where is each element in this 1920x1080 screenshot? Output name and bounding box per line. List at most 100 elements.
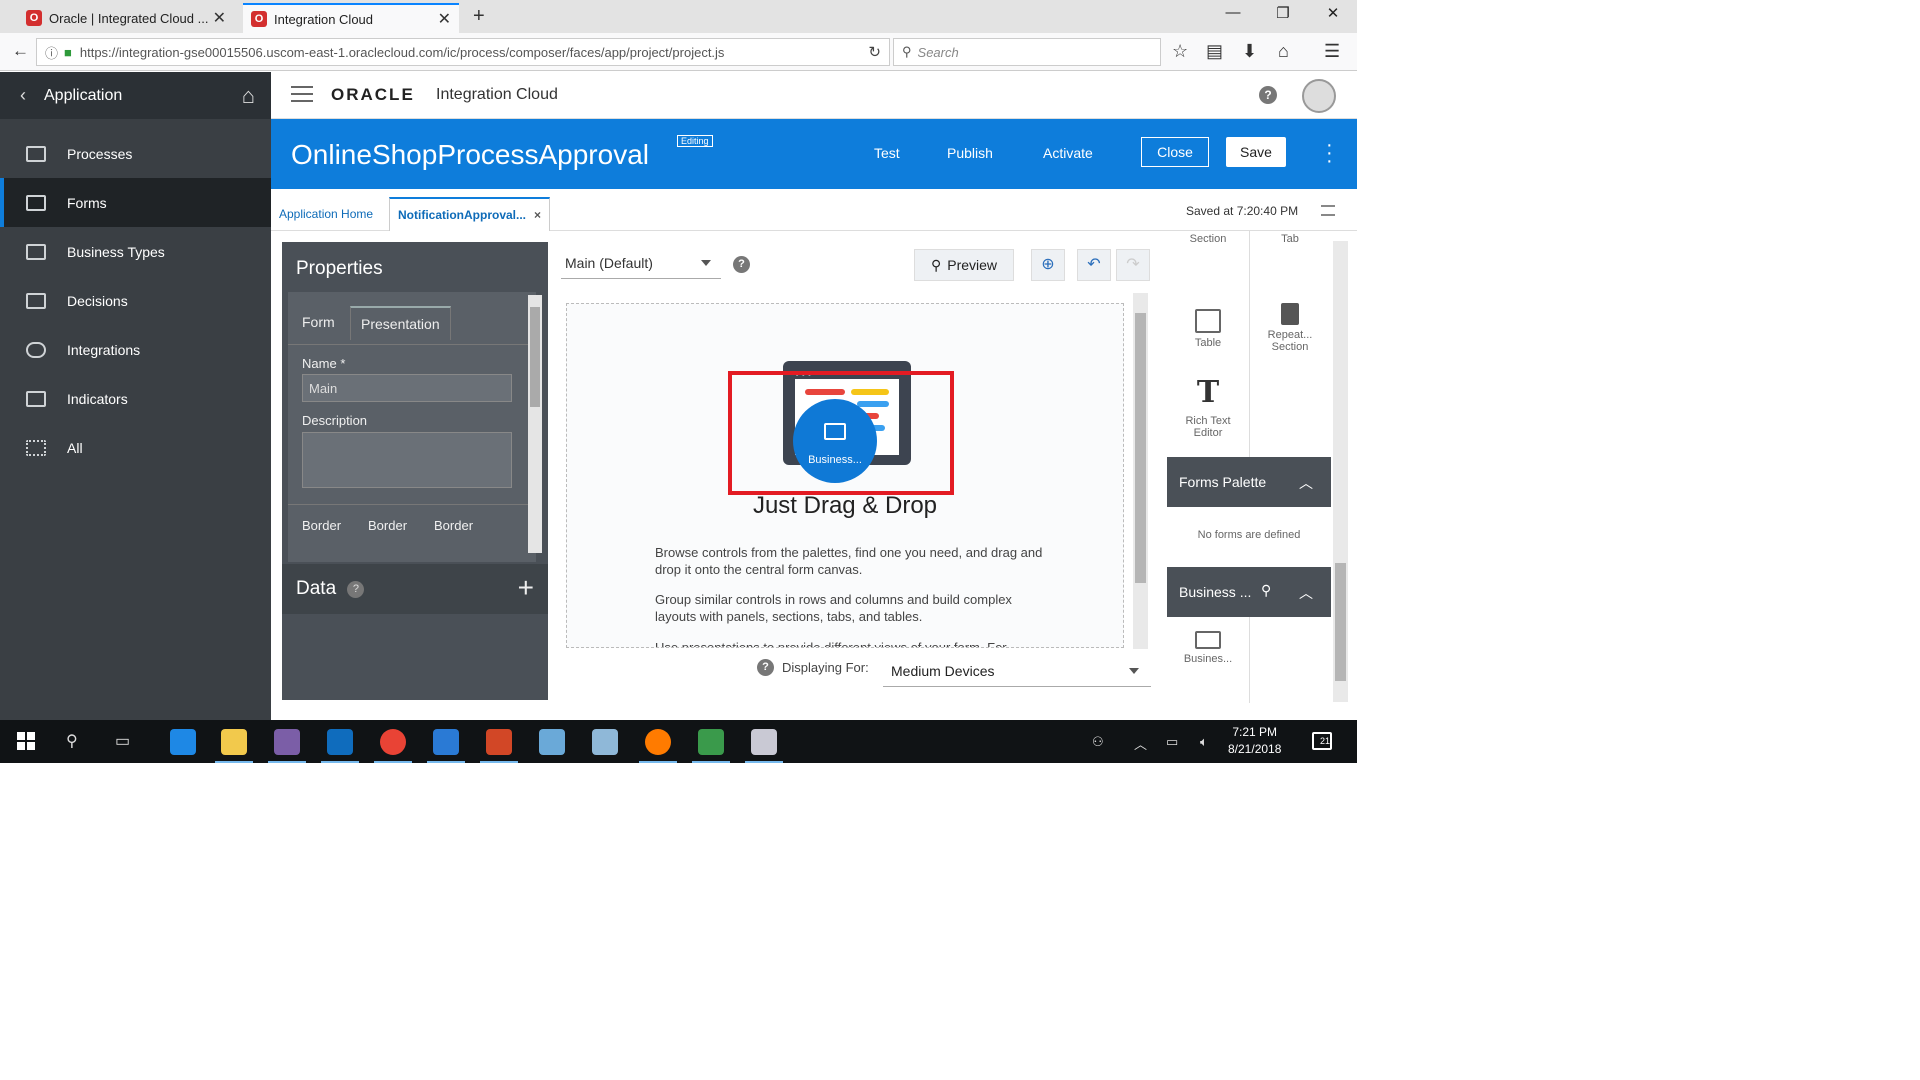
file-explorer-icon[interactable]: [215, 729, 253, 763]
help-icon[interactable]: ?: [757, 659, 774, 676]
home-icon[interactable]: ⌂: [1278, 41, 1289, 62]
task-view-icon[interactable]: ▭: [115, 731, 130, 751]
hamburger-menu-icon[interactable]: [291, 86, 313, 102]
chevron-up-icon[interactable]: ︿: [1299, 583, 1313, 603]
forms-palette-title: Forms Palette: [1179, 474, 1267, 490]
palette-item-tab[interactable]: Tab: [1251, 231, 1329, 245]
palette-item-section[interactable]: Section: [1169, 231, 1247, 245]
palette-item-business[interactable]: Busines...: [1169, 631, 1247, 665]
back-arrow-icon[interactable]: ←: [12, 41, 29, 61]
preview-button[interactable]: ⚲ Preview: [914, 249, 1014, 281]
description-field[interactable]: [302, 432, 512, 488]
app-icon[interactable]: [268, 729, 306, 763]
reload-icon[interactable]: ↻: [868, 43, 881, 61]
tab-form[interactable]: Form: [292, 306, 345, 338]
bookmark-star-icon[interactable]: ☆: [1172, 41, 1188, 62]
search-placeholder: Search: [917, 44, 959, 60]
app-icon[interactable]: [539, 729, 565, 755]
activate-button[interactable]: Activate: [1043, 145, 1093, 161]
more-options-icon[interactable]: · · ·: [1326, 135, 1333, 171]
canvas-scrollbar[interactable]: [1133, 293, 1148, 649]
business-palette-header[interactable]: Business ... ⚲ ︿: [1167, 567, 1331, 617]
chevron-up-icon[interactable]: ︿: [1299, 473, 1313, 493]
app-icon[interactable]: [745, 729, 783, 763]
sidebar-item-integrations[interactable]: Integrations: [0, 325, 271, 374]
palette-item-label: Tab: [1281, 233, 1299, 245]
clock[interactable]: 7:21 PM 8/21/2018: [1228, 724, 1281, 758]
close-icon[interactable]: ✕: [213, 8, 226, 28]
forms-palette-header[interactable]: Forms Palette ︿: [1167, 457, 1331, 507]
download-icon[interactable]: ⬇: [1242, 41, 1257, 62]
reading-list-icon[interactable]: ▤: [1206, 41, 1223, 62]
tab-notification-approval[interactable]: NotificationApproval... ×: [389, 197, 551, 231]
minimize-icon[interactable]: —: [1218, 4, 1248, 21]
user-avatar[interactable]: [1302, 79, 1336, 113]
people-icon[interactable]: ⚇: [1092, 734, 1104, 750]
help-icon[interactable]: ?: [1259, 86, 1277, 104]
sidebar-item-forms[interactable]: Forms: [0, 178, 271, 227]
publish-button[interactable]: Publish: [947, 145, 993, 161]
close-icon[interactable]: ✕: [438, 9, 451, 29]
powerpoint-icon[interactable]: [480, 729, 518, 763]
properties-scrollbar[interactable]: [528, 295, 542, 553]
scrollbar-thumb[interactable]: [1335, 563, 1346, 681]
firefox-icon[interactable]: [639, 729, 677, 763]
home-icon[interactable]: ⌂: [242, 83, 255, 109]
list-menu-icon[interactable]: [1321, 205, 1335, 216]
help-icon[interactable]: ?: [347, 581, 365, 598]
url-bar[interactable]: ⓘ ■ https://integration-gse00015506.usco…: [36, 38, 890, 66]
close-button[interactable]: Close: [1141, 137, 1209, 167]
vscode-icon[interactable]: [427, 729, 465, 763]
battery-icon[interactable]: ▭: [1166, 734, 1178, 750]
presentation-select[interactable]: Main (Default): [561, 249, 721, 279]
sidebar-item-processes[interactable]: Processes: [0, 129, 271, 178]
outlook-icon[interactable]: [321, 729, 359, 763]
volume-icon[interactable]: 🔈︎: [1200, 734, 1208, 750]
tab-presentation[interactable]: Presentation: [350, 306, 451, 340]
device-select[interactable]: Medium Devices: [883, 655, 1151, 687]
redo-icon[interactable]: ↷: [1116, 249, 1150, 281]
name-field[interactable]: Main: [302, 374, 512, 402]
test-button[interactable]: Test: [874, 145, 900, 161]
sidebar-item-business-types[interactable]: Business Types: [0, 227, 271, 276]
search-icon[interactable]: ⚲: [66, 731, 78, 751]
app-icon[interactable]: [592, 729, 618, 755]
undo-icon[interactable]: ↶: [1077, 249, 1111, 281]
add-icon[interactable]: +: [518, 572, 534, 604]
edge-browser-icon[interactable]: [170, 729, 196, 755]
browser-search-input[interactable]: ⚲ Search: [893, 38, 1161, 66]
scrollbar-thumb[interactable]: [530, 307, 540, 407]
window-close-icon[interactable]: ✕: [1318, 4, 1348, 22]
chrome-icon[interactable]: [374, 729, 412, 763]
search-icon: ⚲: [902, 44, 912, 59]
form-canvas[interactable]: ••• Business... Just Drag & Drop Browse …: [566, 303, 1124, 648]
scrollbar-thumb[interactable]: [1135, 313, 1146, 583]
notification-icon[interactable]: 21: [1312, 732, 1332, 750]
globe-icon[interactable]: ⊕: [1031, 249, 1065, 281]
close-icon[interactable]: ×: [534, 208, 541, 222]
sidebar-item-all[interactable]: All: [0, 423, 271, 472]
info-icon[interactable]: ⓘ: [45, 43, 58, 62]
windows-start-icon[interactable]: [17, 732, 35, 750]
help-icon[interactable]: ?: [733, 256, 750, 273]
restore-icon[interactable]: ❐: [1268, 4, 1298, 22]
palette-item-repeating-section[interactable]: Repeat... Section: [1251, 303, 1329, 353]
browser-menu-icon[interactable]: ☰: [1324, 41, 1340, 62]
app-icon[interactable]: [692, 729, 730, 763]
back-chevron-icon[interactable]: ‹: [20, 85, 26, 106]
save-button[interactable]: Save: [1226, 137, 1286, 167]
search-icon[interactable]: ⚲: [1261, 582, 1271, 599]
browser-tab-oracle[interactable]: O Oracle | Integrated Cloud ... ✕: [18, 3, 234, 33]
help-paragraph: Group similar controls in rows and colum…: [655, 592, 1012, 624]
palette-item-label: Rich Text Editor: [1185, 415, 1231, 439]
new-tab-icon[interactable]: +: [473, 5, 485, 28]
palette-item-rich-text-editor[interactable]: T Rich Text Editor: [1169, 378, 1247, 440]
tab-application-home[interactable]: Application Home: [271, 197, 381, 231]
browser-tab-integration[interactable]: O Integration Cloud ✕: [243, 3, 459, 33]
palette-scrollbar[interactable]: [1333, 241, 1348, 702]
sidebar-item-decisions[interactable]: Decisions: [0, 276, 271, 325]
palette-item-table[interactable]: Table: [1169, 309, 1247, 349]
chevron-up-icon[interactable]: ︿: [1134, 734, 1147, 753]
url-text: https://integration-gse00015506.uscom-ea…: [79, 44, 725, 60]
sidebar-item-indicators[interactable]: Indicators: [0, 374, 271, 423]
